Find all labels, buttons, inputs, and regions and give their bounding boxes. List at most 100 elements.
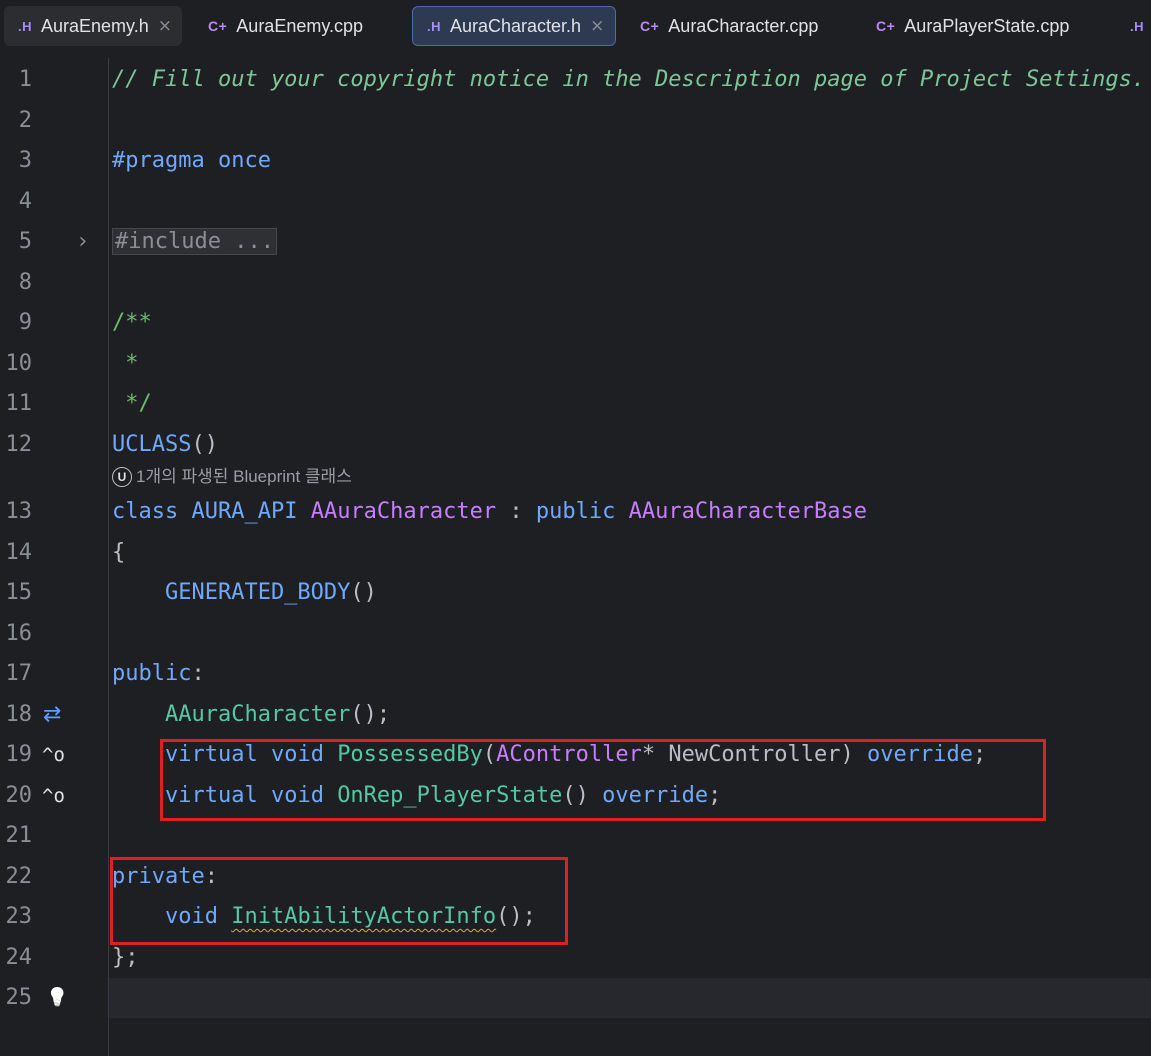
line-number: 20 <box>5 783 33 808</box>
line-number: 25 <box>5 985 33 1010</box>
line-number: 10 <box>5 351 33 376</box>
header-file-icon: .H <box>18 18 32 34</box>
code-text[interactable]: UCLASS() <box>112 425 218 465</box>
code-line[interactable]: 11 */ <box>0 384 1151 424</box>
cpp-file-icon: C+ <box>208 18 228 34</box>
code-line[interactable]: 18 AAuraCharacter(); <box>0 695 1151 735</box>
code-line[interactable]: 25 <box>0 978 1151 1018</box>
code-line[interactable]: 4 <box>0 182 1151 222</box>
cpp-file-icon: C+ <box>876 18 896 34</box>
code-line[interactable]: 1 // Fill out your copyright notice in th… <box>0 60 1151 100</box>
cpp-file-icon: C+ <box>640 18 660 34</box>
line-number: 16 <box>5 621 33 646</box>
highlight-box-private <box>110 857 568 945</box>
close-icon[interactable]: × <box>590 16 604 36</box>
code-text[interactable]: /** <box>112 303 152 343</box>
code-text[interactable]: */ <box>112 384 152 424</box>
line-number: 14 <box>5 540 33 565</box>
code-token: /** <box>112 310 152 335</box>
tab-auraenemy-cpp[interactable]: C+ AuraEnemy.cpp <box>196 6 396 46</box>
code-line[interactable]: 3 #pragma once <box>0 141 1151 181</box>
code-text[interactable]: * <box>112 344 139 384</box>
code-line[interactable]: 2 <box>0 101 1151 141</box>
code-line[interactable]: 17 public: <box>0 654 1151 694</box>
code-editor[interactable]: 1 // Fill out your copyright notice in th… <box>0 58 1151 1056</box>
code-text[interactable]: public: <box>112 654 205 694</box>
tab-auracharacter-cpp[interactable]: C+ AuraCharacter.cpp <box>628 6 848 46</box>
line-number: 3 <box>18 148 32 173</box>
code-text[interactable]: AAuraCharacter(); <box>112 695 390 735</box>
code-line[interactable]: 12 UCLASS() <box>0 425 1151 465</box>
tab-label: AuraEnemy.cpp <box>236 15 364 36</box>
tab-auraplayerstate-cpp[interactable]: C+ AuraPlayerState.cpp <box>864 6 1104 46</box>
line-number: 24 <box>5 945 33 970</box>
code-token: UCLASS <box>112 432 192 457</box>
code-token: */ <box>112 391 152 416</box>
inlay-hint-text: 1개의 파생된 Blueprint 클래스 <box>136 467 352 486</box>
code-token: (); <box>350 702 391 727</box>
line-number: 1 <box>18 67 32 92</box>
implements-icon[interactable]: ⇄ <box>43 695 61 735</box>
tab-label: AuraCharacter.h <box>450 15 582 36</box>
code-token: AAuraCharacterBase <box>628 499 868 524</box>
blueprint-inlay-hint[interactable]: U 1개의 파생된 Blueprint 클래스 <box>112 464 352 490</box>
line-number: 11 <box>5 391 33 416</box>
current-line-highlight <box>109 978 1151 1018</box>
tab-label: AuraCharacter.cpp <box>668 15 819 36</box>
code-line[interactable]: 14 { <box>0 533 1151 573</box>
tab-auraenemy-h[interactable]: .H AuraEnemy.h × <box>4 6 182 46</box>
override-icon[interactable]: ^o <box>42 776 65 816</box>
tab-overflow[interactable]: .H <box>1120 6 1151 46</box>
line-number: 15 <box>5 580 33 605</box>
code-token: }; <box>112 945 139 970</box>
code-token: : <box>191 661 205 686</box>
line-number: 2 <box>18 108 32 133</box>
code-token: class <box>112 499 192 524</box>
header-file-icon: .H <box>1130 18 1144 34</box>
line-number: 8 <box>18 270 32 295</box>
unreal-logo-icon: U <box>112 467 132 487</box>
code-line[interactable]: 8 <box>0 263 1151 303</box>
code-line[interactable]: 15 GENERATED_BODY() <box>0 573 1151 613</box>
editor-tab-bar: .H AuraEnemy.h × C+ AuraEnemy.cpp .H Aur… <box>0 0 1151 58</box>
code-token: #pragma once <box>112 148 271 173</box>
line-number: 19 <box>5 742 33 767</box>
code-text[interactable]: class AURA_API AAuraCharacter : public A… <box>112 492 867 532</box>
code-text[interactable]: #pragma once <box>112 141 271 181</box>
code-line[interactable]: 5 #include ... <box>0 222 1151 262</box>
code-text[interactable]: // Fill out your copyright notice in the… <box>112 60 1145 100</box>
code-token: public <box>535 499 629 524</box>
fold-expand-icon[interactable]: › <box>76 222 89 262</box>
code-token: GENERATED_BODY <box>112 580 351 605</box>
code-token: * <box>112 351 139 376</box>
code-line[interactable]: 10 * <box>0 344 1151 384</box>
code-token: AAuraCharacter <box>112 702 351 727</box>
code-token: { <box>112 540 126 565</box>
code-token: () <box>350 580 377 605</box>
code-text[interactable]: GENERATED_BODY() <box>112 573 377 613</box>
override-icon[interactable]: ^o <box>42 735 65 775</box>
tab-auracharacter-h[interactable]: .H AuraCharacter.h × <box>412 6 616 46</box>
code-text[interactable]: { <box>112 533 125 573</box>
code-token: AAuraCharacter <box>310 499 497 524</box>
code-token: // Fill out your copyright notice in the… <box>112 67 1146 92</box>
code-token[interactable]: #include ... <box>112 228 277 255</box>
close-icon[interactable]: × <box>158 16 172 36</box>
line-number: 12 <box>5 432 33 457</box>
code-token: public <box>112 661 192 686</box>
line-number: 22 <box>5 864 33 889</box>
code-line[interactable]: 16 <box>0 614 1151 654</box>
line-number: 18 <box>5 702 33 727</box>
line-number: 5 <box>18 229 32 254</box>
line-number: 21 <box>5 823 33 848</box>
header-file-icon: .H <box>427 18 441 34</box>
lightbulb-icon[interactable]: 💡 <box>46 978 68 1018</box>
tab-label: AuraEnemy.h <box>41 15 149 36</box>
code-line[interactable]: 9 /** <box>0 303 1151 343</box>
line-number: 23 <box>5 904 33 929</box>
code-line[interactable]: 21 <box>0 816 1151 856</box>
code-line[interactable]: 13 class AURA_API AAuraCharacter : public… <box>0 492 1151 532</box>
code-token: : <box>496 499 536 524</box>
code-token: () <box>191 432 218 457</box>
code-text[interactable]: #include ... <box>112 222 277 262</box>
